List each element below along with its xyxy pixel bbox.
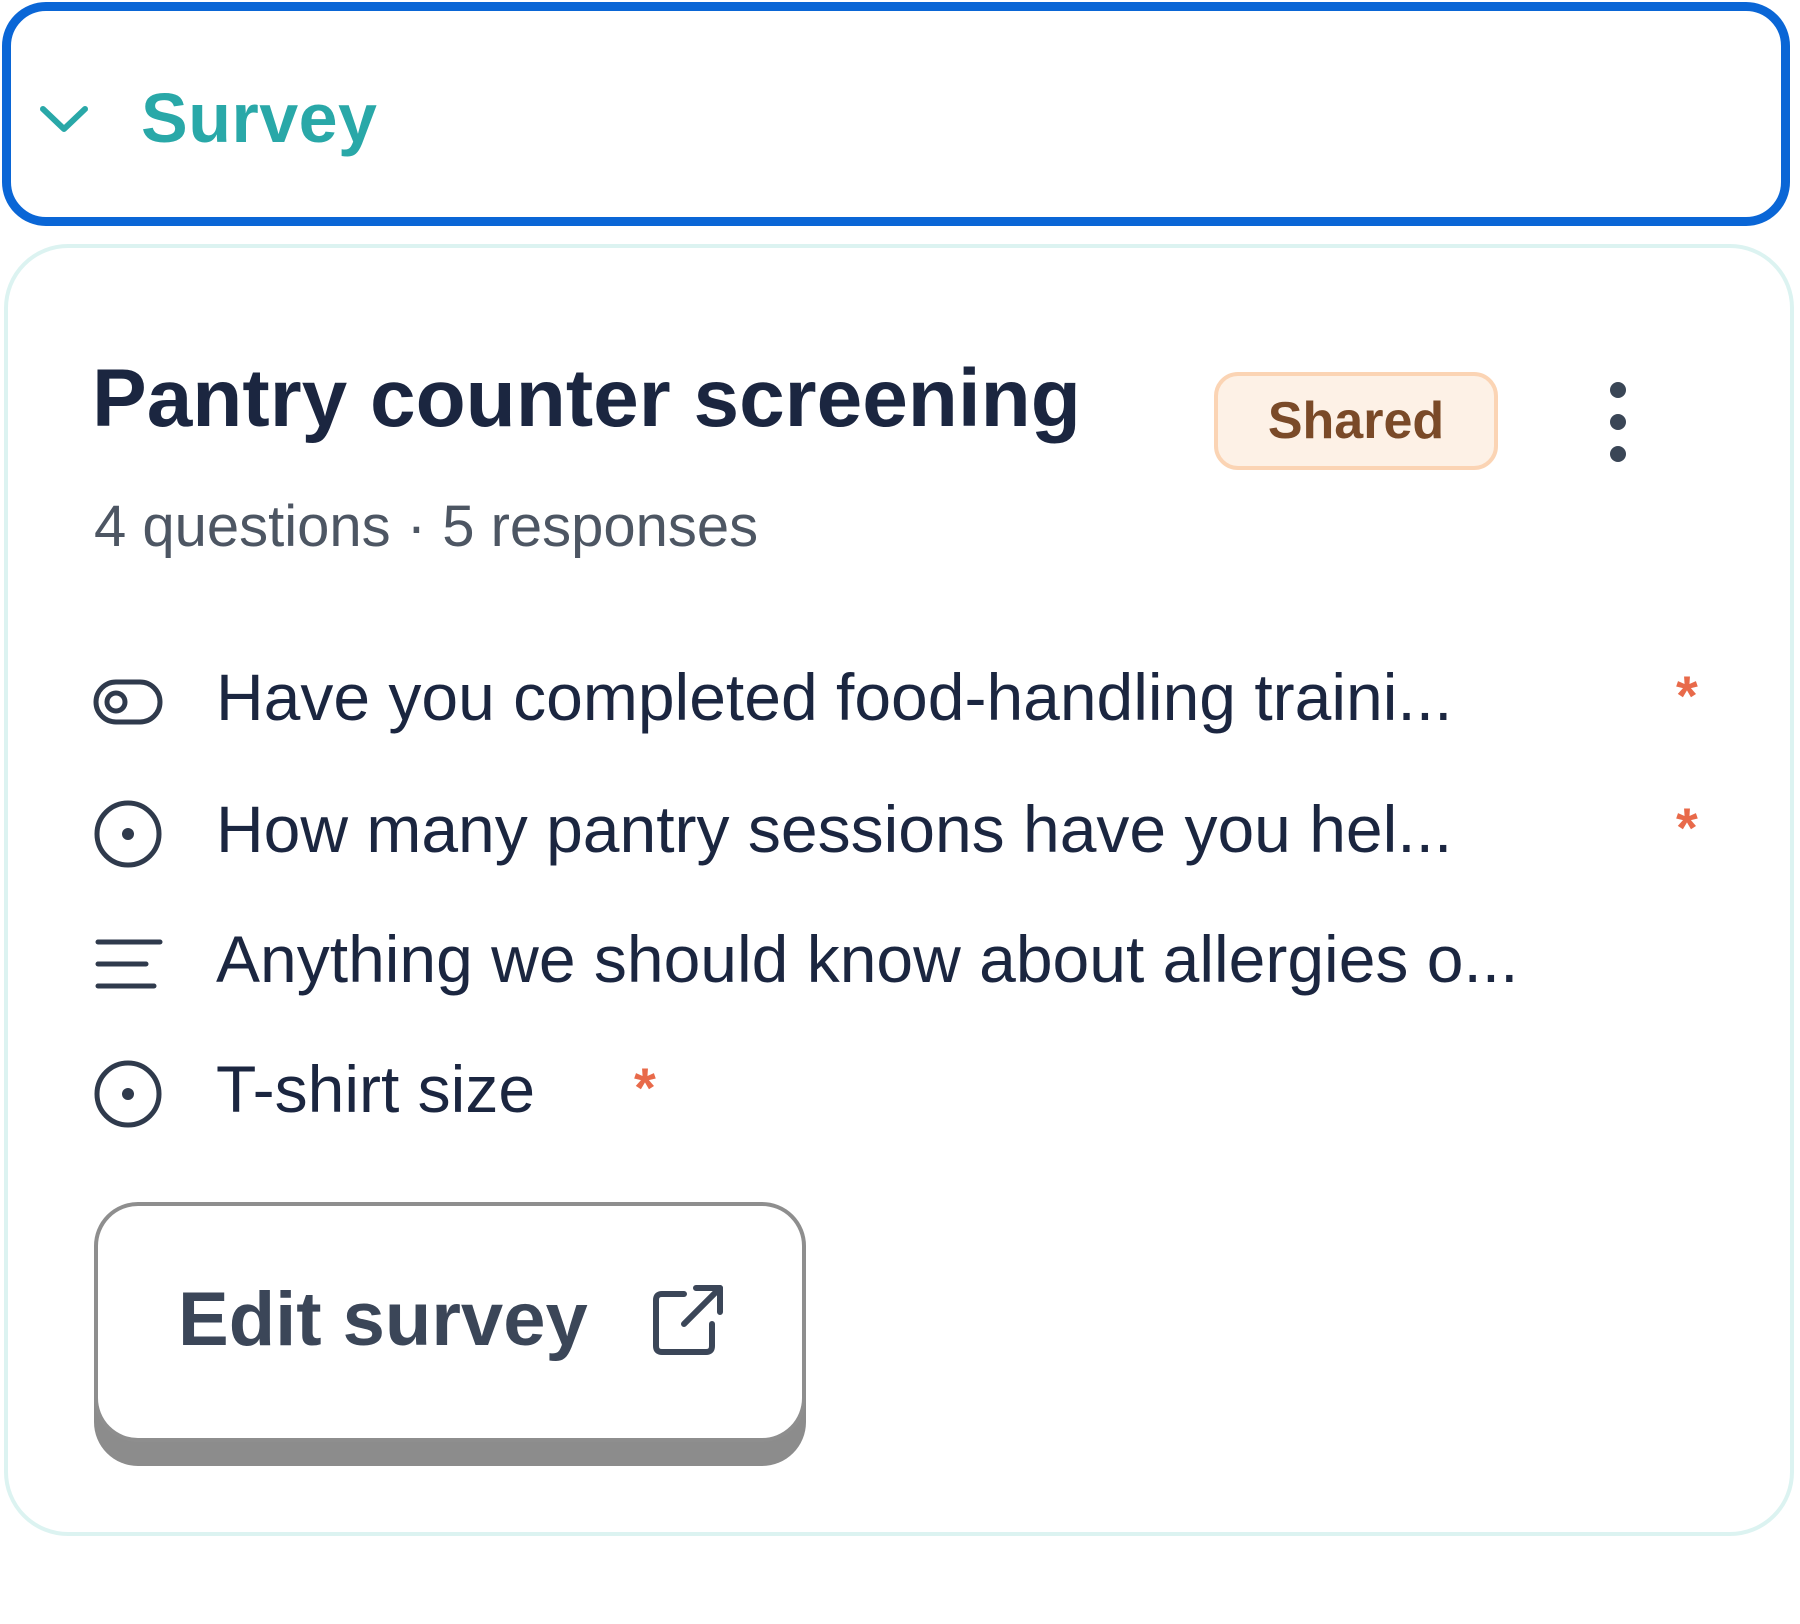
- radio-icon: [94, 800, 162, 868]
- required-marker: *: [1676, 664, 1698, 727]
- question-text: Anything we should know about allergies …: [216, 922, 1519, 996]
- question-item[interactable]: Have you completed food-handling traini.…: [92, 656, 1732, 746]
- shared-badge: Shared: [1214, 372, 1498, 470]
- required-marker: *: [1676, 796, 1698, 859]
- question-item[interactable]: T-shirt size: [92, 1048, 1732, 1138]
- toggle-icon: [93, 679, 163, 725]
- edit-survey-button[interactable]: Edit survey: [94, 1202, 806, 1442]
- question-text: T-shirt size: [216, 1052, 536, 1126]
- text-lines-icon: [95, 939, 163, 989]
- external-link-icon: [653, 1285, 723, 1355]
- question-item[interactable]: How many pantry sessions have you hel...: [92, 788, 1732, 878]
- survey-section-header[interactable]: Survey: [2, 2, 1790, 226]
- more-options-icon[interactable]: [1596, 382, 1640, 462]
- survey-meta: 4 questions · 5 responses: [94, 494, 759, 559]
- edit-survey-label: Edit survey: [178, 1277, 588, 1362]
- survey-title: Pantry counter screening: [92, 353, 1081, 444]
- question-item[interactable]: Anything we should know about allergies …: [92, 918, 1732, 1008]
- chevron-down-icon: [40, 106, 88, 132]
- radio-icon: [94, 1060, 162, 1128]
- required-marker: *: [634, 1056, 656, 1119]
- question-text: How many pantry sessions have you hel...: [216, 792, 1453, 866]
- section-title: Survey: [141, 79, 378, 157]
- question-text: Have you completed food-handling traini.…: [216, 660, 1453, 734]
